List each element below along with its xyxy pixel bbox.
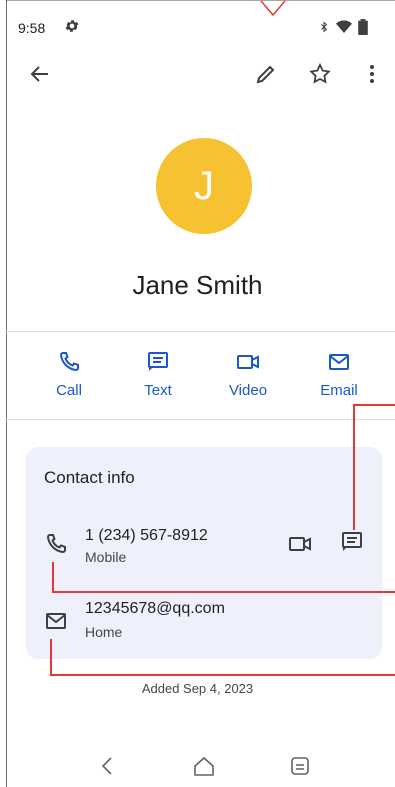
contact-name: Jane Smith: [132, 270, 263, 300]
battery-icon: [358, 19, 368, 35]
annotation-line-2a: [52, 562, 54, 592]
contact-info-title: Contact info: [44, 468, 135, 487]
avatar-initial: J: [194, 163, 214, 208]
annotation-arrow-marker: [260, 0, 286, 16]
message-icon: [148, 352, 168, 371]
video-button[interactable]: Video: [208, 350, 288, 400]
avatar: J: [156, 138, 252, 234]
call-label: Call: [56, 382, 82, 399]
email-label: Email: [320, 382, 358, 399]
video-call-icon[interactable]: [288, 532, 312, 556]
nav-home-icon[interactable]: [192, 754, 216, 778]
text-button[interactable]: Text: [118, 350, 198, 400]
video-label: Video: [228, 382, 268, 399]
pencil-icon[interactable]: [254, 62, 278, 86]
email-address: 12345678@qq.com: [85, 600, 225, 617]
phone-number: 1 (234) 567-8912: [85, 527, 208, 544]
phone-type: Mobile: [85, 549, 127, 565]
frame-top-border: [6, 0, 395, 1]
message-icon[interactable]: [340, 530, 364, 554]
phone-icon: [46, 534, 66, 554]
status-time: 9:58: [18, 20, 46, 36]
mail-icon: [46, 613, 66, 629]
annotation-line-1b: [353, 404, 355, 530]
nav-recents-icon[interactable]: [288, 754, 312, 778]
wifi-icon: [336, 20, 352, 33]
frame-left-border: [6, 0, 7, 787]
gear-icon: [65, 20, 79, 32]
email-type: Home: [85, 624, 123, 640]
annotation-line-2b: [52, 591, 395, 593]
arrow-left-icon[interactable]: [28, 62, 52, 86]
mail-icon: [329, 354, 349, 370]
phone-icon: [59, 352, 79, 372]
annotation-line-3a: [50, 639, 52, 675]
bluetooth-icon: [321, 21, 328, 33]
phone-row[interactable]: [26, 512, 382, 580]
email-button[interactable]: Email: [299, 350, 379, 400]
nav-back-icon[interactable]: [96, 754, 120, 778]
more-vertical-icon[interactable]: [360, 62, 384, 86]
call-button[interactable]: Call: [29, 350, 109, 400]
email-row[interactable]: [26, 590, 382, 650]
divider-bottom: [6, 419, 395, 420]
status-icons: [318, 19, 368, 35]
added-date-note: Added Sep 4, 2023: [141, 681, 254, 696]
text-label: Text: [144, 382, 172, 399]
star-outline-icon[interactable]: [308, 62, 332, 86]
video-icon: [237, 355, 259, 369]
annotation-line-1a: [353, 404, 395, 406]
divider-top: [6, 331, 395, 332]
annotation-line-3b: [50, 674, 395, 676]
